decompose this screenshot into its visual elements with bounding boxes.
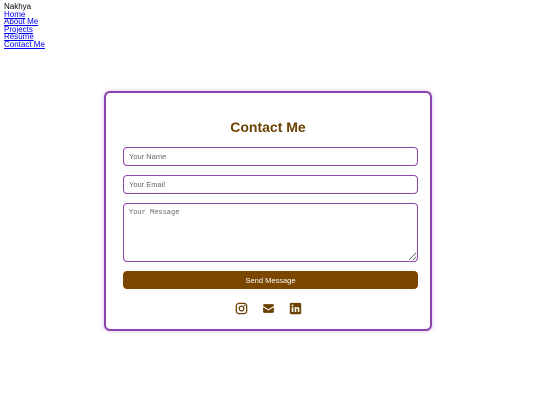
nav-link-contact-me[interactable]: Contact Me [4, 41, 45, 49]
send-message-button[interactable]: Send Message [123, 271, 418, 289]
contact-card: Contact Me Send Message [104, 91, 432, 331]
social-links [106, 302, 430, 315]
contact-title: Contact Me [230, 119, 306, 135]
name-input[interactable] [123, 147, 418, 166]
instagram-icon [235, 302, 247, 315]
top-nav: Nakhya Home About Me Projects Resume Con… [4, 3, 45, 49]
linkedin-link[interactable] [289, 302, 302, 315]
email-link[interactable] [262, 302, 275, 315]
instagram-link[interactable] [235, 302, 248, 315]
email-input[interactable] [123, 175, 418, 194]
message-textarea[interactable] [123, 203, 418, 262]
linkedin-icon [289, 302, 301, 315]
envelope-icon [262, 304, 274, 313]
